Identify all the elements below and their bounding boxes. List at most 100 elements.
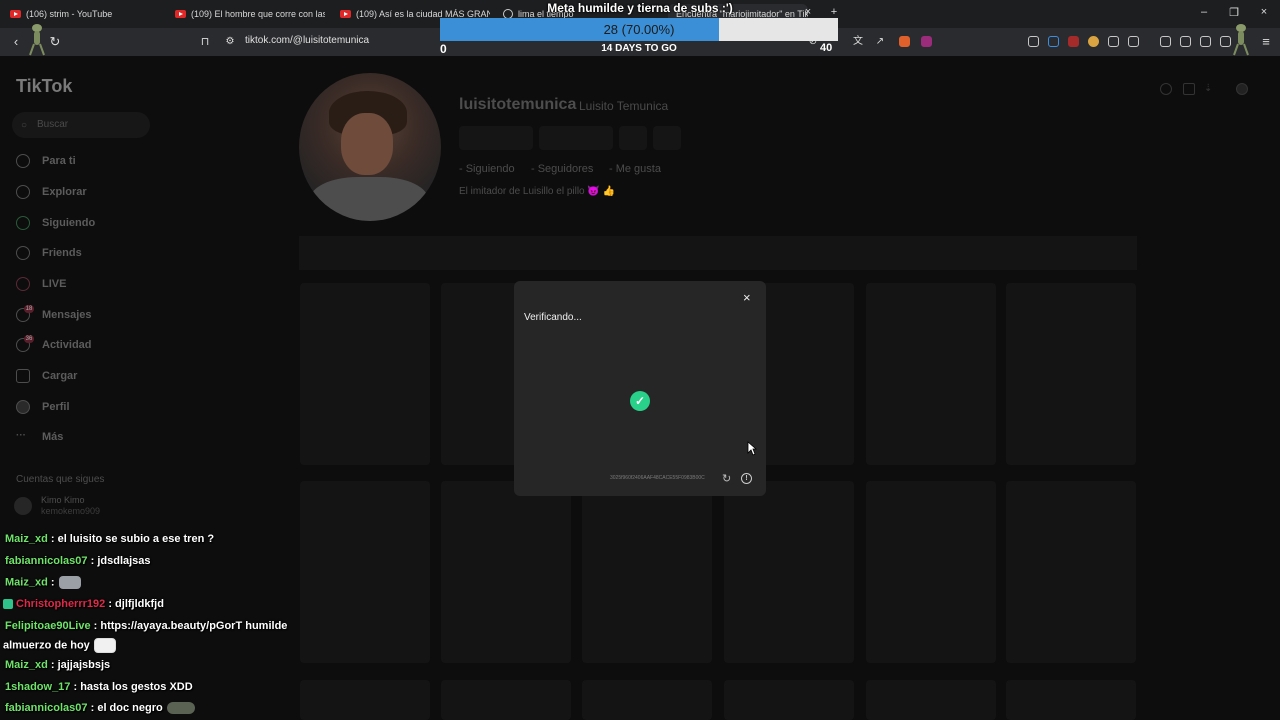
chat-message-continued: almuerzo de hoy (3, 638, 116, 653)
extension-icon[interactable] (1068, 36, 1079, 47)
stat-followers: - Seguidores (531, 163, 594, 175)
mouse-cursor-icon (747, 441, 757, 456)
compass-icon[interactable] (1160, 83, 1172, 95)
goal-days-left: 14 DAYS TO GO (601, 43, 677, 54)
profile-tabs-placeholder (299, 236, 1137, 270)
menu-icon[interactable]: ≡ (1258, 34, 1274, 50)
subscriber-badge-icon (3, 599, 13, 610)
bookmark-icon[interactable]: ⊓ (197, 34, 213, 50)
ray-id: 3025f960f2406AAF48CACE55F0983B00C (610, 475, 705, 481)
chat-message: Maiz_xd : el luisito se subio a ese tren… (5, 533, 215, 545)
avatar (14, 497, 32, 515)
video-tile[interactable] (866, 283, 996, 465)
tab-title: (109) El hombre que corre con las m (191, 9, 325, 19)
goal-progress-bar: 28 (70.00%) (440, 18, 838, 41)
sidebar-icon[interactable] (1180, 36, 1191, 47)
stat-following: - Siguiendo (459, 163, 515, 175)
maximize-icon[interactable]: ❐ (1224, 6, 1244, 19)
nav-item-mas[interactable]: ··· Más (16, 427, 63, 447)
nav-item-siguiendo[interactable]: Siguiendo (16, 213, 95, 233)
home-icon (16, 154, 30, 168)
friends-icon (16, 246, 30, 260)
video-tile[interactable] (300, 680, 430, 720)
video-tile[interactable] (866, 481, 996, 663)
video-tile[interactable] (582, 680, 712, 720)
wallet-icon[interactable] (1200, 36, 1211, 47)
share-button-placeholder[interactable] (619, 126, 647, 150)
live-icon (16, 277, 30, 291)
leo-ai-icon[interactable] (1220, 36, 1231, 47)
goal-title: Meta humilde y tierna de subs :') (547, 1, 733, 15)
refresh-icon[interactable]: ↻ (722, 472, 731, 485)
emote-icon (93, 638, 116, 653)
close-icon[interactable]: × (743, 291, 751, 304)
following-account[interactable]: Kimo Kimo kemokemo909 (14, 495, 100, 517)
reload-icon[interactable]: ↻ (47, 34, 63, 50)
address-bar[interactable]: tiktok.com/@luisitotemunica (245, 35, 369, 46)
nav-item-cargar[interactable]: Cargar (16, 366, 77, 386)
messages-badge: 18 (24, 305, 34, 313)
video-tile[interactable] (441, 680, 571, 720)
youtube-icon (10, 10, 21, 18)
nav-item-explorar[interactable]: Explorar (16, 182, 87, 202)
profile-username: luisitotemunica (459, 96, 577, 113)
share-icon[interactable]: ↗ (872, 34, 888, 50)
nav-item-para-ti[interactable]: Para ti (16, 151, 76, 171)
video-tile[interactable] (866, 680, 996, 720)
verification-dialog: Verificando... × ✓ 3025f960f2406AAF48CAC… (514, 281, 766, 496)
options-button-placeholder[interactable] (653, 126, 681, 150)
music-icon[interactable] (1160, 36, 1171, 47)
close-window-icon[interactable]: × (1254, 6, 1274, 18)
video-tile[interactable] (441, 481, 571, 663)
extension-badge: 40 (820, 42, 833, 54)
tab-title: (106) strim - YouTube (26, 9, 113, 19)
phone-icon[interactable] (1183, 83, 1195, 95)
video-tile[interactable] (724, 481, 854, 663)
back-icon[interactable]: ‹ (8, 34, 24, 50)
check-icon: ✓ (630, 391, 650, 411)
video-tile[interactable] (1006, 283, 1136, 465)
nav-item-perfil[interactable]: Perfil (16, 397, 70, 417)
extension-icon[interactable] (1128, 36, 1139, 47)
chat-message: fabiannicolas07 : jdsdlajsas (5, 555, 151, 567)
user-avatar-icon[interactable] (1236, 83, 1248, 95)
frog-overlay-icon (1233, 24, 1249, 56)
emote-icon (58, 576, 81, 589)
extension-icon[interactable] (1048, 36, 1059, 47)
chat-message: 1shadow_17 : hasta los gestos XDD (5, 681, 193, 693)
extension-icon[interactable] (1028, 36, 1039, 47)
translate-icon[interactable]: 文 (850, 34, 866, 50)
profile-bio: El imitador de Luisillo el pillo 😈 👍 (459, 186, 616, 197)
follow-button-placeholder[interactable] (459, 126, 533, 150)
tiktok-logo[interactable]: TikTok (16, 76, 72, 97)
rewards-icon[interactable] (921, 36, 932, 47)
browser-tab[interactable]: (109) El hombre que corre con las m (175, 4, 325, 24)
following-icon (16, 216, 30, 230)
brave-shield-icon[interactable] (899, 36, 910, 47)
goal-progress-label: 28 (70.00%) (603, 22, 675, 37)
browser-tab[interactable]: (106) strim - YouTube (10, 4, 160, 24)
video-tile[interactable] (724, 680, 854, 720)
stat-likes: - Me gusta (609, 163, 661, 175)
search-placeholder: Buscar (37, 119, 69, 130)
site-info-icon[interactable]: ⚙ (222, 34, 238, 50)
minimize-icon[interactable]: – (1194, 6, 1214, 18)
dialog-title: Verificando... (524, 312, 582, 323)
video-tile[interactable] (1006, 680, 1136, 720)
video-tile[interactable] (300, 481, 430, 663)
search-input[interactable] (12, 112, 150, 138)
nav-item-friends[interactable]: Friends (16, 243, 82, 263)
nav-item-live[interactable]: LIVE (16, 274, 66, 294)
video-tile[interactable] (300, 283, 430, 465)
chat-message: Felipitoae90Live : https://ayaya.beauty/… (5, 620, 288, 632)
video-tile[interactable] (1006, 481, 1136, 663)
info-icon[interactable]: ! (741, 473, 752, 484)
profile-display-name: Luisito Temunica (579, 99, 669, 113)
message-button-placeholder[interactable] (539, 126, 613, 150)
video-tile[interactable] (582, 481, 712, 663)
profile-avatar (299, 73, 441, 221)
chat-message: Maiz_xd : jajjajsbsjs (5, 659, 111, 671)
extension-icon[interactable] (1088, 36, 1099, 47)
extensions-puzzle-icon[interactable] (1108, 36, 1119, 47)
download-icon[interactable]: ⇣ (1204, 83, 1216, 95)
